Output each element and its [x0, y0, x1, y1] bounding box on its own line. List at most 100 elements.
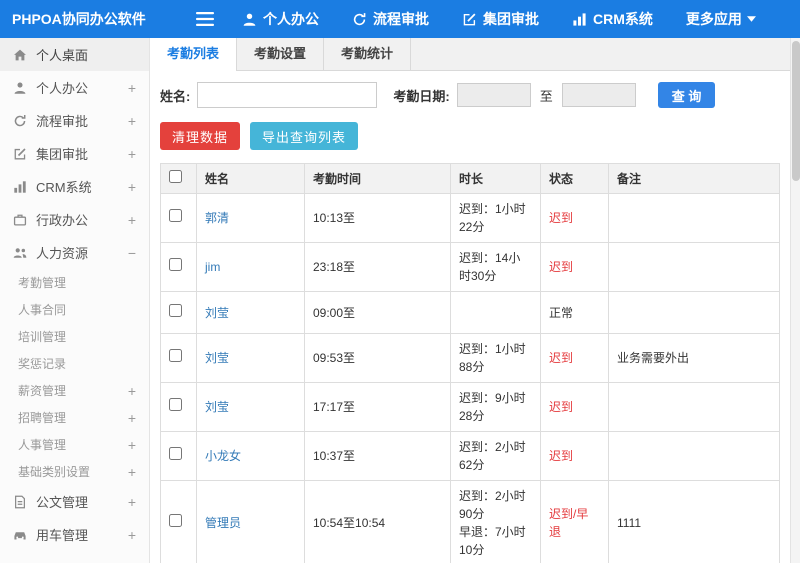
tab-attendance-list[interactable]: 考勤列表	[150, 38, 238, 71]
column-header: 时长	[450, 163, 541, 194]
row-checkbox[interactable]	[169, 398, 182, 411]
search-button[interactable]: 查 询	[657, 82, 716, 108]
table-row: 管理员 10:54至10:54 迟到：2小时90分 早退：7小时10分 迟到/早退 11…	[160, 480, 780, 563]
sidebar-item-admin-office[interactable]: 行政办公 +	[0, 203, 149, 236]
row-checkbox[interactable]	[169, 349, 182, 362]
date-label: 考勤日期:	[393, 88, 450, 104]
status-badge: 迟到	[549, 260, 574, 274]
chart-icon	[13, 180, 27, 194]
employee-name-link[interactable]: 管理员	[205, 516, 241, 530]
duration-cell: 迟到：1小时88分	[450, 333, 541, 383]
scrollbar-thumb[interactable]	[792, 41, 800, 181]
sidebar-subitem-attendance-management[interactable]: 考勤管理	[0, 269, 149, 296]
expand-plus-icon[interactable]: +	[128, 495, 136, 509]
clear-data-button[interactable]: 清理数据	[160, 122, 241, 150]
main-content: 考勤列表 考勤设置 考勤统计 姓名: 考勤日期: 至 查 询 清理数据 导出查询列表…	[150, 38, 790, 563]
sidebar-subitem-label: 考勤管理	[18, 276, 67, 290]
employee-name-link[interactable]: 刘莹	[205, 400, 229, 414]
topnav-item-label: 流程审批	[373, 11, 429, 27]
export-list-button[interactable]: 导出查询列表	[250, 122, 359, 150]
person-icon	[242, 12, 257, 27]
attendance-table: 姓名 考勤时间 时长 状态 备注 郭清 10:13至 迟到：1小时22分 迟到 jim 23:18…	[160, 163, 780, 563]
select-all-checkbox[interactable]	[169, 169, 182, 183]
sidebar-item-document-management[interactable]: 公文管理 +	[0, 485, 149, 518]
expand-plus-icon[interactable]: +	[128, 438, 136, 452]
topnav-item-crm-system[interactable]: CRM系统	[572, 9, 653, 29]
employee-name-cell: 郭清	[196, 193, 305, 243]
sidebar-subitem-recruitment-management[interactable]: 招聘管理 +	[0, 404, 149, 431]
expand-plus-icon[interactable]: +	[128, 465, 136, 479]
attendance-time-cell: 10:54至10:54	[304, 480, 451, 563]
employee-name-link[interactable]: 小龙女	[205, 449, 241, 463]
sidebar-subitem-label: 薪资管理	[18, 384, 67, 398]
date-to-input[interactable]	[561, 83, 636, 107]
sidebar-item-human-resources[interactable]: 人力资源 −	[0, 236, 149, 269]
attendance-time-cell: 17:17至	[304, 382, 451, 432]
sidebar-item-crm-system[interactable]: CRM系统 +	[0, 170, 149, 203]
table-header-row: 姓名 考勤时间 时长 状态 备注	[160, 163, 780, 194]
row-checkbox-cell	[160, 193, 197, 243]
name-input[interactable]	[197, 82, 378, 108]
sidebar-item-personal-office[interactable]: 个人办公 +	[0, 71, 149, 104]
topnav-item-workflow-approval[interactable]: 流程审批	[352, 9, 429, 29]
expand-plus-icon[interactable]: +	[128, 180, 136, 194]
sidebar-item-vehicle-management[interactable]: 用车管理 +	[0, 518, 149, 551]
sidebar-subitem-personnel-management[interactable]: 人事管理 +	[0, 431, 149, 458]
date-range-separator: 至	[539, 88, 553, 104]
select-all-cell	[160, 163, 197, 194]
topnav-item-group-approval[interactable]: 集团审批	[462, 9, 539, 29]
expand-plus-icon[interactable]: +	[128, 411, 136, 425]
expand-plus-icon[interactable]: +	[128, 213, 136, 227]
sidebar-item-label: 人力资源	[36, 246, 89, 261]
sidebar-item-personal-desktop[interactable]: 个人桌面	[0, 38, 149, 71]
sidebar-item-workflow-approval[interactable]: 流程审批 +	[0, 104, 149, 137]
expand-plus-icon[interactable]: +	[128, 528, 136, 542]
note-cell	[608, 242, 780, 292]
employee-name-link[interactable]: 刘莹	[205, 306, 229, 320]
expand-plus-icon[interactable]: +	[128, 147, 136, 161]
attendance-time-cell: 09:00至	[304, 291, 451, 334]
vertical-scrollbar[interactable]	[790, 38, 800, 563]
row-checkbox-cell	[160, 242, 197, 292]
expand-plus-icon[interactable]: +	[128, 81, 136, 95]
status-badge: 迟到	[549, 211, 574, 225]
duration-cell	[450, 291, 541, 334]
page-layout: 个人桌面 个人办公 + 流程审批 + 集团审批 + CRM系统 + 行政办公 + 人力资源 − 考勤管理人…	[0, 38, 800, 563]
topnav-item-label: 集团审批	[483, 11, 539, 27]
employee-name-link[interactable]: 刘莹	[205, 351, 229, 365]
employee-name-cell: jim	[196, 242, 305, 292]
sidebar-subitem-salary-management[interactable]: 薪资管理 +	[0, 377, 149, 404]
expand-plus-icon[interactable]: +	[128, 384, 136, 398]
row-checkbox[interactable]	[169, 447, 182, 460]
date-from-input[interactable]	[456, 83, 531, 107]
expand-plus-icon[interactable]: +	[128, 114, 136, 128]
collapse-minus-icon[interactable]: −	[128, 246, 136, 260]
table-row: jim 23:18至 迟到：14小时30分 迟到	[160, 242, 780, 292]
sidebar-subitem-label: 人事合同	[18, 303, 67, 317]
topnav-item-more-apps[interactable]: 更多应用	[686, 9, 762, 29]
sidebar-subitem-training-management[interactable]: 培训管理	[0, 323, 149, 350]
sidebar-subitem-reward-punishment[interactable]: 奖惩记录	[0, 350, 149, 377]
sidebar-subitem-label: 奖惩记录	[18, 357, 67, 371]
duration-cell: 迟到：1小时22分	[450, 193, 541, 243]
topnav-item-label: 更多应用	[685, 11, 742, 27]
column-header: 状态	[540, 163, 609, 194]
row-checkbox[interactable]	[169, 258, 182, 271]
row-checkbox[interactable]	[169, 303, 182, 317]
employee-name-link[interactable]: 郭清	[205, 211, 229, 225]
filter-bar: 姓名: 考勤日期: 至 查 询	[150, 71, 790, 119]
row-checkbox[interactable]	[169, 514, 182, 527]
sidebar-item-group-approval[interactable]: 集团审批 +	[0, 137, 149, 170]
sidebar-subitem-base-category-settings[interactable]: 基础类别设置 +	[0, 458, 149, 485]
tab-attendance-settings[interactable]: 考勤设置	[237, 38, 325, 70]
row-checkbox[interactable]	[169, 209, 182, 222]
hamburger-menu-icon[interactable]	[196, 12, 214, 26]
topnav-item-personal-office[interactable]: 个人办公	[242, 9, 319, 29]
people-icon	[13, 246, 27, 260]
attendance-time-cell: 10:37至	[304, 431, 451, 481]
employee-name-link[interactable]: jim	[205, 260, 220, 274]
tab-bar: 考勤列表 考勤设置 考勤统计	[150, 38, 790, 71]
status-badge: 迟到	[549, 449, 574, 463]
tab-attendance-statistics[interactable]: 考勤统计	[324, 38, 412, 70]
sidebar-subitem-personnel-contract[interactable]: 人事合同	[0, 296, 149, 323]
